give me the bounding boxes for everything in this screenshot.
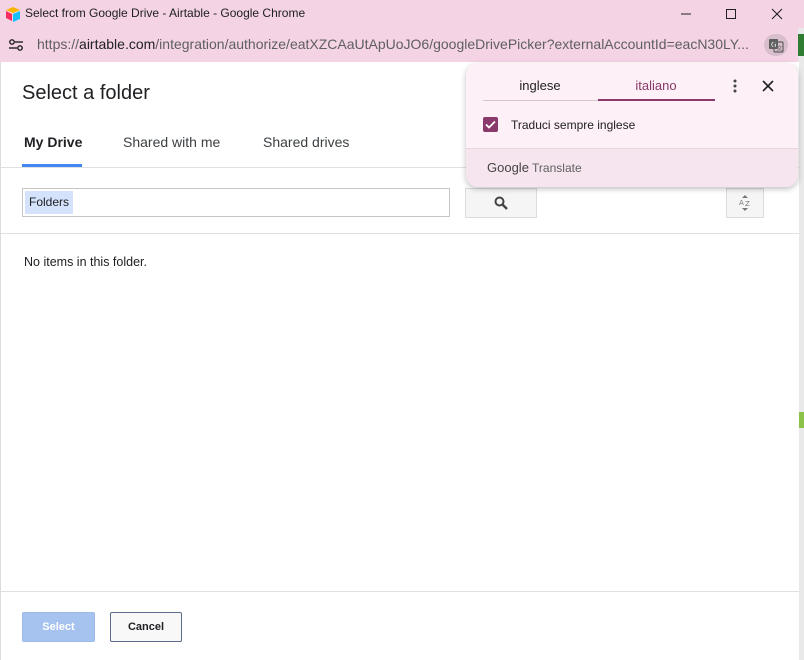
footer-divider: [1, 591, 799, 592]
brand-google: Google: [487, 160, 529, 175]
translate-footer: Google Translate: [466, 148, 798, 187]
minimize-button[interactable]: [664, 0, 708, 28]
check-icon: [485, 120, 496, 129]
tab-shared-with-me[interactable]: Shared with me: [123, 134, 220, 150]
svg-text:文: 文: [777, 45, 783, 53]
maximize-button[interactable]: [709, 0, 753, 28]
translate-active-tab-indicator: [598, 99, 715, 101]
empty-folder-message: No items in this folder.: [24, 255, 147, 269]
cancel-button[interactable]: Cancel: [110, 612, 182, 642]
search-button[interactable]: [465, 188, 537, 218]
translate-popup: inglese italiano Traduci sempre inglese …: [466, 63, 798, 187]
close-icon: [762, 80, 774, 92]
google-translate-brand: Google Translate: [487, 160, 582, 175]
svg-text:Z: Z: [745, 200, 750, 208]
url-prefix: https://: [37, 36, 80, 52]
translate-tab-target[interactable]: italiano: [601, 78, 711, 93]
tab-my-drive[interactable]: My Drive: [24, 134, 82, 150]
window-title: Select from Google Drive - Airtable - Go…: [25, 6, 306, 20]
address-bar: https://airtable.com/integration/authori…: [0, 28, 804, 62]
sort-button[interactable]: A Z: [726, 188, 764, 218]
select-button[interactable]: Select: [22, 612, 95, 642]
close-window-button[interactable]: [755, 0, 799, 28]
more-vert-icon: [733, 79, 737, 93]
tune-icon: [9, 39, 23, 51]
translate-close-button[interactable]: [759, 77, 777, 95]
search-chip-folders[interactable]: Folders: [25, 191, 74, 214]
search-input[interactable]: Folders: [22, 188, 450, 217]
content-divider: [1, 233, 799, 234]
page-title: Select a folder: [22, 82, 150, 104]
minimize-icon: [681, 13, 691, 15]
always-translate-label: Traduci sempre inglese: [511, 118, 636, 132]
window-titlebar: Select from Google Drive - Airtable - Go…: [0, 0, 804, 28]
sort-az-icon: A Z: [739, 195, 750, 211]
brand-translate: Translate: [532, 161, 582, 175]
search-icon: [494, 196, 508, 210]
url-field[interactable]: https://airtable.com/integration/authori…: [37, 36, 753, 54]
always-translate-checkbox[interactable]: [483, 117, 498, 132]
airtable-logo: [6, 7, 20, 22]
site-info-button[interactable]: [5, 36, 27, 54]
url-domain: airtable.com: [79, 36, 156, 52]
tab-shared-drives[interactable]: Shared drives: [263, 134, 349, 150]
translate-tab-source[interactable]: inglese: [485, 78, 595, 93]
close-icon: [771, 8, 783, 20]
translate-icon: G 文: [769, 39, 784, 53]
maximize-icon: [726, 9, 736, 19]
url-path: /integration/authorize/eatXZCAaUtApUoJO6…: [155, 36, 749, 52]
translate-button[interactable]: G 文: [764, 34, 788, 56]
translate-options-button[interactable]: [728, 77, 742, 95]
svg-text:A: A: [739, 199, 744, 207]
